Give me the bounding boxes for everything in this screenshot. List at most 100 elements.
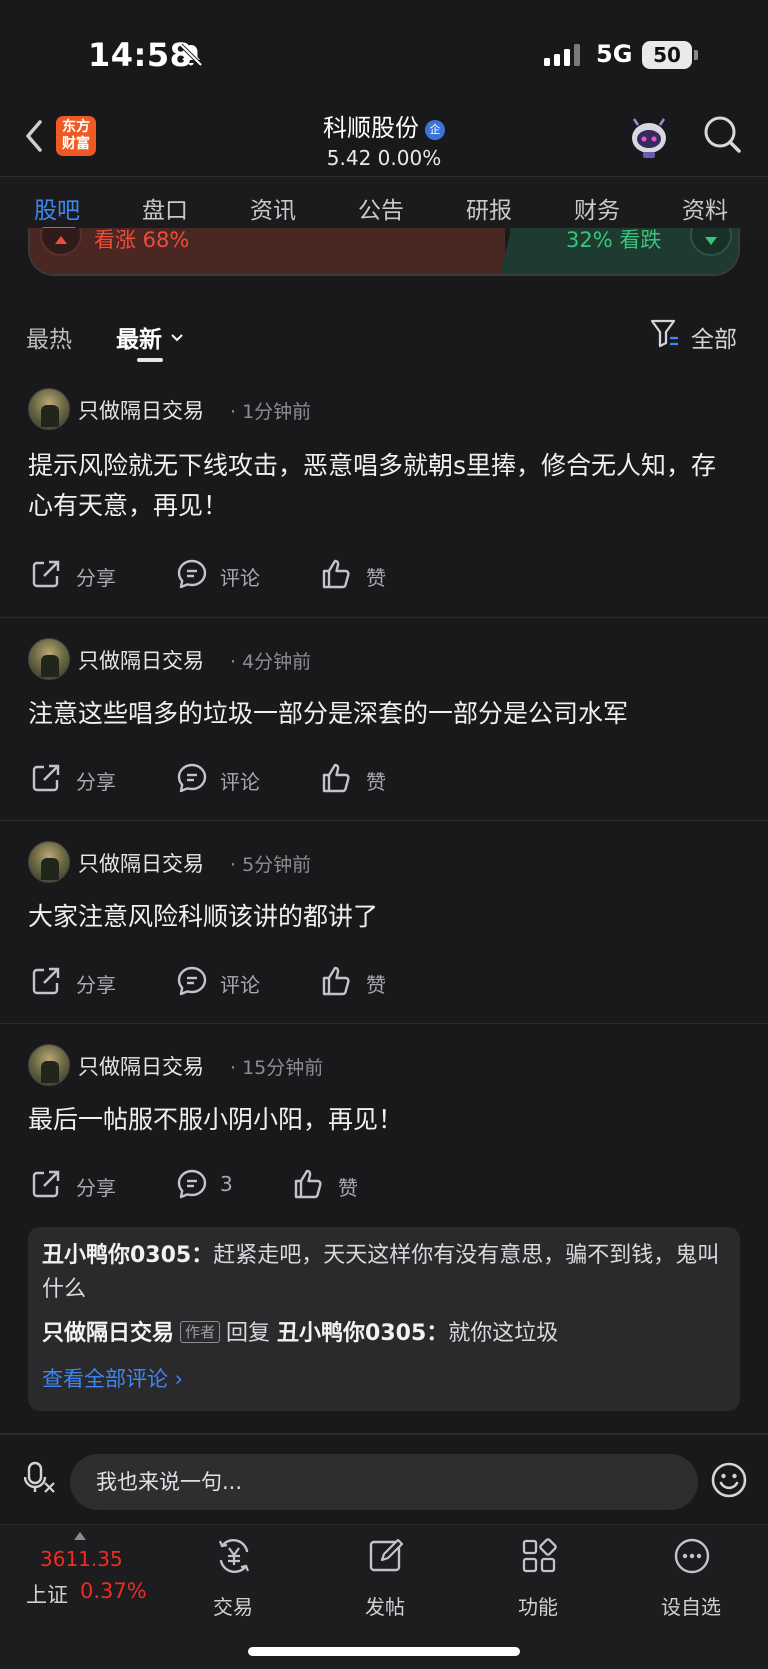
home-indicator[interactable]	[248, 1647, 520, 1656]
share-label[interactable]: 分享	[76, 562, 116, 591]
tab-research[interactable]: 研报	[466, 191, 512, 225]
tab-pankou[interactable]: 盘口	[142, 191, 188, 225]
caret-up-icon[interactable]	[73, 1531, 87, 1541]
like-label[interactable]: 赞	[366, 562, 386, 591]
clock: 14:58	[88, 36, 193, 74]
index-value[interactable]: 3611.35	[40, 1547, 123, 1571]
tab-announcements[interactable]: 公告	[358, 191, 404, 225]
comment-label[interactable]: 评论	[220, 969, 260, 998]
chevron-down-icon	[171, 334, 183, 342]
filter-icon[interactable]	[650, 318, 680, 350]
filter-all[interactable]: 全部	[691, 320, 737, 354]
bottom-nav: 3611.35 上证 0.37% 交易 发帖 功能 设自选	[0, 1524, 768, 1669]
tab-news[interactable]: 资讯	[250, 191, 296, 225]
sort-hottest[interactable]: 最热	[26, 320, 72, 354]
sort-indicator	[137, 358, 163, 362]
post-time: · 5分钟前	[230, 854, 312, 876]
view-all-comments-link[interactable]: 查看全部评论 ›	[42, 1363, 183, 1393]
share-icon[interactable]	[30, 965, 62, 997]
post-username[interactable]: 只做隔日交易	[78, 848, 204, 878]
post-card[interactable]: 只做隔日交易 · 1分钟前 提示风险就无下线攻击，恶意唱多就朝s里捧，修合无人知…	[0, 370, 768, 618]
tab-profile[interactable]: 资料	[682, 191, 728, 225]
avatar[interactable]	[28, 841, 70, 883]
post-username[interactable]: 只做隔日交易	[78, 395, 204, 425]
reply-text: 就你这垃圾	[448, 1321, 559, 1346]
author-tag: 作者	[180, 1321, 221, 1343]
compose-icon	[369, 1538, 404, 1572]
comment-icon[interactable]	[176, 965, 208, 997]
emoji-icon[interactable]	[710, 1461, 748, 1499]
post-card[interactable]: 只做隔日交易 · 5分钟前 大家注意风险科顺该讲的都讲了 分享 评论 赞	[0, 821, 768, 1024]
more-dots-icon	[674, 1538, 710, 1574]
nav-functions-label: 功能	[518, 1595, 558, 1619]
index-name[interactable]: 上证	[26, 1579, 68, 1609]
comment-label[interactable]: 评论	[220, 766, 260, 795]
reply-target[interactable]: 丑小鸭你0305：	[277, 1321, 448, 1346]
like-thumb-icon[interactable]	[320, 965, 352, 997]
share-icon[interactable]	[30, 762, 62, 794]
share-label[interactable]: 分享	[76, 766, 116, 795]
comment-label[interactable]: 评论	[220, 562, 260, 591]
avatar[interactable]	[28, 388, 70, 430]
avatar[interactable]	[28, 638, 70, 680]
nav-trade-label: 交易	[213, 1595, 253, 1619]
reply-author[interactable]: 丑小鸭你0305：	[42, 1243, 213, 1268]
network-label: 5G	[596, 40, 633, 68]
comment-count[interactable]: 3	[220, 1172, 233, 1196]
tab-finance[interactable]: 财务	[574, 191, 620, 225]
bell-muted-icon	[179, 43, 203, 67]
reply-author[interactable]: 只做隔日交易	[42, 1321, 174, 1346]
bearish-label: 32% 看跌	[566, 228, 662, 252]
reply-2[interactable]: 只做隔日交易 作者 回复 丑小鸭你0305：就你这垃圾	[42, 1317, 728, 1351]
comment-input-bar: 我也来说一句...	[0, 1434, 768, 1524]
tab-guba[interactable]: 股吧	[34, 191, 80, 225]
post-time: · 4分钟前	[230, 651, 312, 673]
enterprise-badge-icon: 企	[425, 120, 445, 140]
share-icon[interactable]	[30, 1168, 62, 1200]
like-label[interactable]: 赞	[366, 969, 386, 998]
comment-icon[interactable]	[176, 558, 208, 590]
like-thumb-icon[interactable]	[320, 762, 352, 794]
post-text[interactable]: 注意这些唱多的垃圾一部分是深套的一部分是公司水军	[28, 694, 740, 734]
like-label[interactable]: 赞	[366, 766, 386, 795]
comment-icon[interactable]	[176, 1168, 208, 1200]
like-thumb-icon[interactable]	[292, 1168, 324, 1200]
reply-preview[interactable]: 丑小鸭你0305：赶紧走吧，天天这样你有没有意思，骗不到钱，鬼叫什么 只做隔日交…	[28, 1227, 740, 1411]
post-time: · 15分钟前	[230, 1057, 324, 1079]
grid-functions-icon	[522, 1538, 557, 1573]
sort-filter-bar: 最热 最新 全部	[0, 310, 768, 370]
share-icon[interactable]	[30, 558, 62, 590]
voice-input-icon[interactable]	[24, 1461, 56, 1495]
bearish-down-icon[interactable]	[690, 228, 732, 256]
search-icon[interactable]	[702, 114, 742, 154]
post-text[interactable]: 最后一帖服不服小阴小阳，再见！	[28, 1100, 740, 1140]
post-text[interactable]: 提示风险就无下线攻击，恶意唱多就朝s里捧，修合无人知，存心有天意，再见！	[28, 446, 740, 526]
post-card[interactable]: 只做隔日交易 · 4分钟前 注意这些唱多的垃圾一部分是深套的一部分是公司水军 分…	[0, 618, 768, 821]
reply-1[interactable]: 丑小鸭你0305：赶紧走吧，天天这样你有没有意思，骗不到钱，鬼叫什么	[42, 1239, 728, 1307]
section-tabs: 股吧 盘口 资讯 公告 研报 财务 资料	[0, 176, 768, 234]
post-text[interactable]: 大家注意风险科顺该讲的都讲了	[28, 897, 740, 937]
sort-newest[interactable]: 最新	[116, 320, 184, 354]
reply-word: 回复	[226, 1321, 271, 1346]
bullish-up-icon[interactable]	[40, 228, 82, 256]
post-username[interactable]: 只做隔日交易	[78, 1051, 204, 1081]
avatar[interactable]	[28, 1044, 70, 1086]
battery-icon: 50	[642, 41, 692, 69]
nav-post-label: 发帖	[365, 1595, 405, 1619]
post-username[interactable]: 只做隔日交易	[78, 645, 204, 675]
sort-newest-label: 最新	[116, 327, 162, 353]
comment-input[interactable]: 我也来说一句...	[70, 1454, 698, 1510]
yuan-trade-icon	[218, 1539, 250, 1573]
post-time: · 1分钟前	[230, 401, 312, 423]
index-change[interactable]: 0.37%	[80, 1579, 147, 1603]
robot-assistant-icon[interactable]	[626, 114, 672, 160]
bullish-label: 看涨 68%	[94, 228, 190, 252]
share-label[interactable]: 分享	[76, 1172, 116, 1201]
status-bar: 14:58 5G 50	[0, 0, 768, 100]
share-label[interactable]: 分享	[76, 969, 116, 998]
comment-icon[interactable]	[176, 762, 208, 794]
sentiment-bar[interactable]: 看涨 68% 32% 看跌	[28, 228, 740, 276]
stock-name: 科顺股份	[323, 114, 419, 142]
like-label[interactable]: 赞	[338, 1172, 358, 1201]
like-thumb-icon[interactable]	[320, 558, 352, 590]
